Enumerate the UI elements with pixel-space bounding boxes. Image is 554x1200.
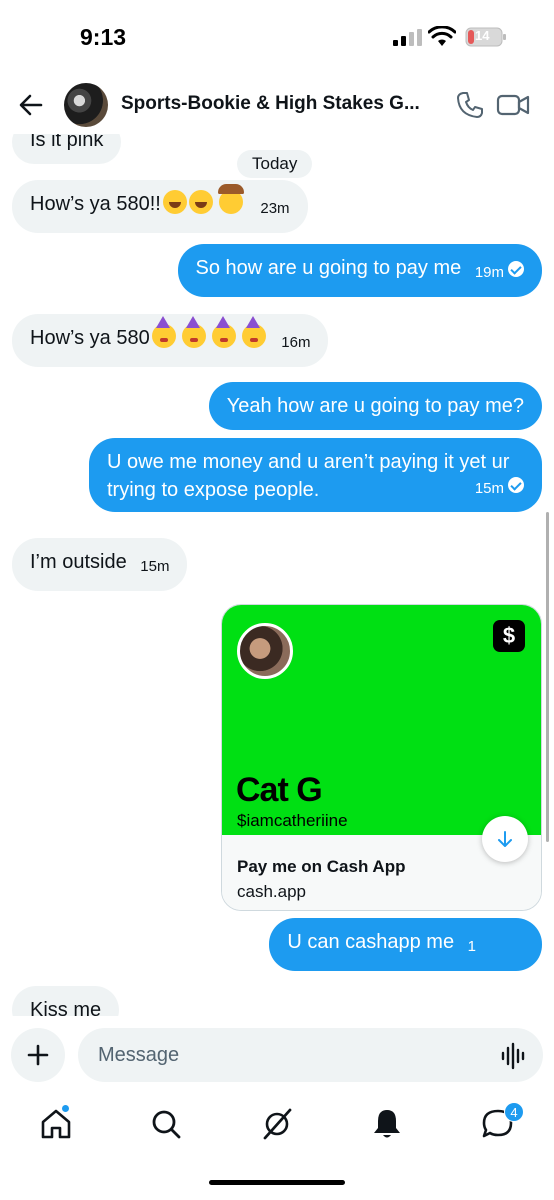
card-name: Cat G (236, 771, 323, 809)
message-sent[interactable]: U owe me money and u aren’t paying it ye… (89, 438, 542, 512)
plus-icon (27, 1044, 49, 1066)
grok-icon[interactable] (259, 1106, 295, 1142)
back-arrow-icon (19, 94, 43, 116)
battery-icon: 14 (465, 27, 507, 47)
scrollbar[interactable] (546, 512, 549, 842)
card-preview-image: $ Cat G $iamcatheriine (222, 605, 541, 835)
message-received[interactable]: I’m outside 15m (12, 538, 188, 591)
phone-icon[interactable] (455, 90, 485, 120)
partying-emoji-icon (211, 316, 236, 348)
home-indicator (209, 1180, 345, 1185)
card-domain: cash.app (237, 882, 306, 901)
group-avatar[interactable] (64, 83, 108, 127)
message-time: 15m (140, 558, 170, 575)
message-received[interactable]: How’s ya 580!! 23m (12, 180, 308, 233)
message-time: 15m (474, 480, 504, 497)
signal-icon (393, 29, 422, 46)
status-time: 9:13 (80, 24, 127, 50)
cash-app-link-card[interactable]: $ Cat G $iamcatheriine Pay me on Cash Ap… (221, 604, 542, 911)
status-bar: 9:13 14 (0, 0, 554, 74)
read-check-icon (508, 477, 524, 493)
wifi-icon (428, 26, 456, 46)
message-time: 16m (281, 334, 311, 351)
search-icon[interactable] (148, 1106, 184, 1142)
cash-app-logo-icon: $ (493, 620, 525, 652)
message-text: U can cashapp me (287, 931, 455, 953)
battery-level: 14 (475, 28, 490, 43)
message-time: 19m (474, 264, 504, 281)
conversation-title[interactable]: Sports-Bookie & High Stakes G... (121, 93, 441, 115)
bell-icon[interactable] (369, 1106, 405, 1142)
message-input[interactable] (78, 1028, 543, 1082)
compose-bar (0, 1016, 554, 1092)
conversation-header: Sports-Bookie & High Stakes G... (0, 74, 554, 134)
back-button[interactable] (14, 88, 48, 122)
messages-badge: 4 (504, 1102, 524, 1122)
message-time: 1 (467, 938, 476, 955)
scroll-to-bottom-button[interactable] (482, 816, 528, 862)
voice-icon[interactable] (500, 1042, 528, 1070)
message-text: Kiss me (30, 999, 102, 1016)
video-icon[interactable] (496, 90, 530, 120)
laughing-emoji-icon (188, 190, 213, 214)
laughing-emoji-icon (162, 190, 187, 214)
message-received[interactable]: How’s ya 580 16m (12, 314, 329, 367)
home-notification-dot (61, 1104, 70, 1113)
message-text: So how are u going to pay me (195, 257, 462, 279)
partying-emoji-icon (151, 316, 176, 348)
card-handle: $iamcatheriine (237, 811, 348, 830)
message-sent[interactable]: Yeah how are u going to pay me? (208, 382, 542, 430)
message-text: I’m outside (30, 551, 127, 573)
message-list[interactable]: Is it pink Today How’s ya 580!! 23m So h… (0, 120, 554, 1016)
add-media-button[interactable] (11, 1028, 65, 1082)
message-text: How’s ya 580 (30, 327, 150, 349)
date-divider: Today (237, 150, 313, 178)
message-text: How’s ya 580!! (30, 193, 161, 215)
message-time: 23m (260, 200, 290, 217)
partying-emoji-icon (181, 316, 206, 348)
message-received[interactable]: Kiss me (12, 986, 120, 1016)
bottom-tab-bar: 4 (0, 1092, 554, 1200)
message-text: U owe me money and u aren’t paying it ye… (107, 451, 510, 501)
message-sent[interactable]: So how are u going to pay me 19m (177, 244, 542, 297)
read-check-icon (508, 261, 524, 277)
cowboy-emoji-icon (217, 184, 244, 214)
cash-app-avatar (237, 623, 293, 679)
message-sent[interactable]: U can cashapp me 1 (269, 918, 542, 971)
card-title: Pay me on Cash App (237, 857, 406, 876)
partying-emoji-icon (241, 316, 266, 348)
message-text: Yeah how are u going to pay me? (226, 395, 524, 417)
arrow-down-icon (498, 831, 512, 847)
